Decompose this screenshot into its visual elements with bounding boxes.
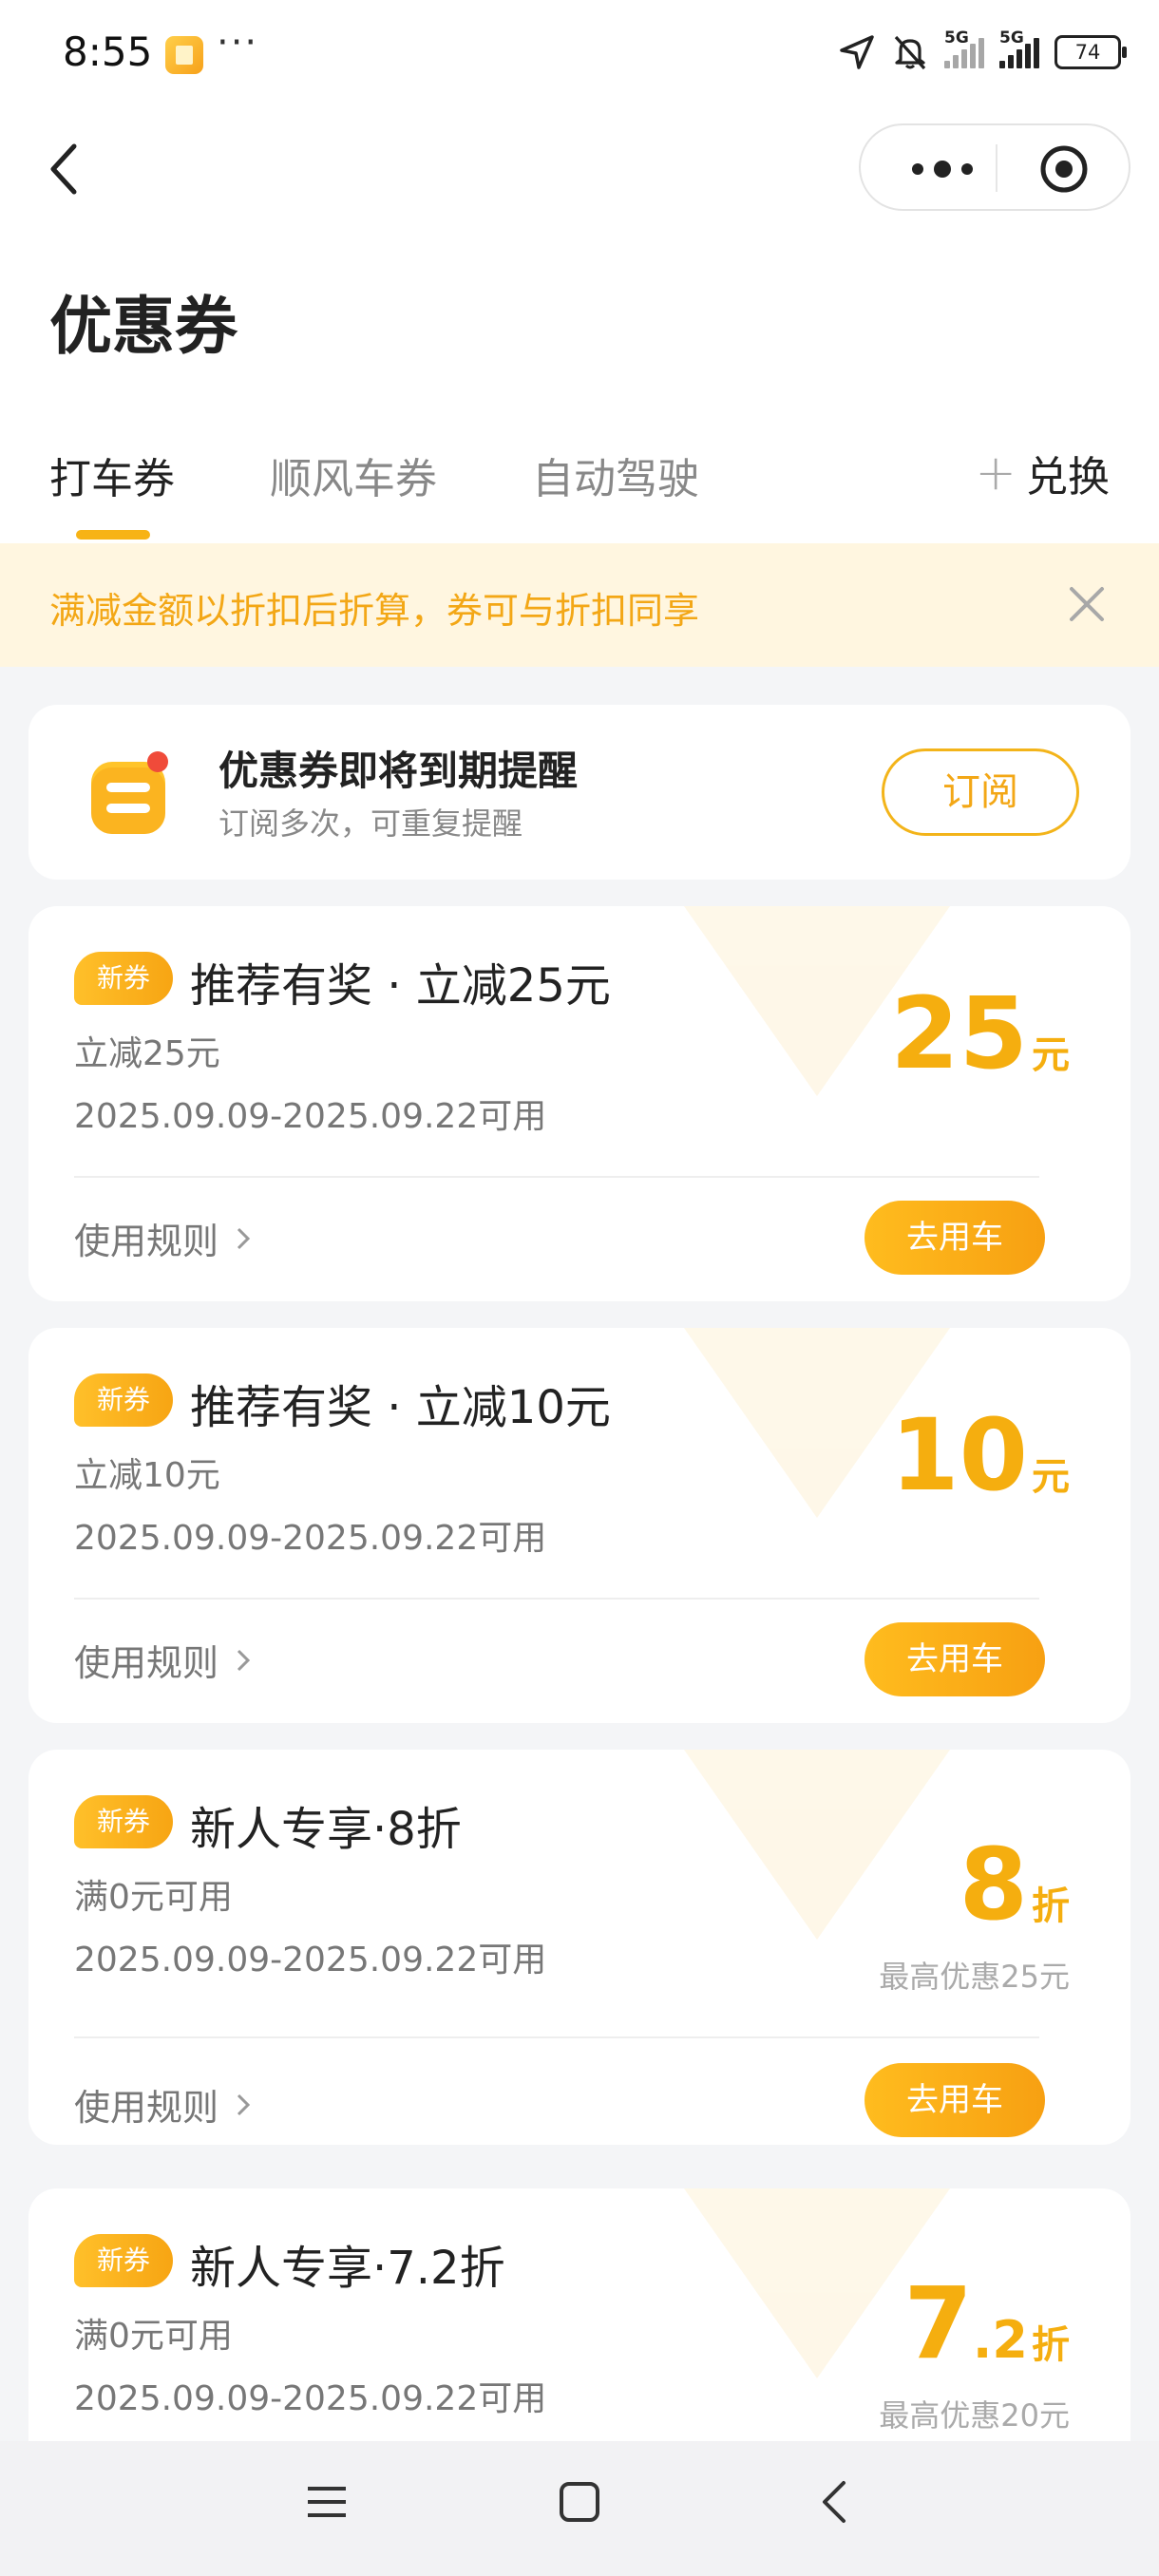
tab-taxi[interactable]: 打车券 — [49, 445, 175, 505]
system-nav-bar — [0, 2441, 1159, 2576]
status-time: 8:55 — [63, 28, 153, 75]
close-icon[interactable] — [1060, 578, 1113, 631]
usage-rules-label: 使用规则 — [74, 1221, 219, 1262]
coupon-validity: 2025.09.09-2025.09.22可用 — [74, 2379, 547, 2418]
coupon-value: 10 元 — [890, 1406, 1070, 1505]
tab-indicator — [76, 530, 150, 540]
max-discount: 最高优惠25元 — [879, 1959, 1070, 1995]
coupon-condition: 立减10元 — [74, 1456, 220, 1495]
status-more-indicator: ··· — [217, 21, 259, 65]
coupon-value-number: 25 — [890, 975, 1028, 1091]
more-dots-icon[interactable] — [897, 152, 1011, 186]
new-coupon-badge: 新券 — [74, 1373, 173, 1427]
coupon-value: 25 元 — [890, 984, 1070, 1083]
coupon-condition: 满0元可用 — [74, 1878, 233, 1917]
coupon-value-unit: 折 — [1032, 2323, 1070, 2367]
reminder-title: 优惠券即将到期提醒 — [218, 748, 579, 794]
status-bar: 8:55 ··· 5G 5G 74 — [0, 0, 1159, 104]
coupon-title: 新人专享·7.2折 — [190, 2242, 505, 2295]
usage-rules-link[interactable]: 使用规则 — [74, 1634, 253, 1686]
coupon-card: 新券 推荐有奖 · 立减25元 立减25元 2025.09.09-2025.09… — [28, 906, 1130, 1301]
coupon-value-decimal: .2 — [972, 2310, 1028, 2370]
signal-label: 5G — [944, 28, 969, 47]
menu-icon[interactable] — [306, 2481, 348, 2523]
signal-5g-icon: 5G — [944, 28, 984, 68]
reminder-subtitle: 订阅多次，可重复提醒 — [218, 805, 523, 842]
coupon-condition: 满0元可用 — [74, 2317, 233, 2356]
coupon-value-unit: 元 — [1032, 1455, 1070, 1499]
new-coupon-badge: 新券 — [74, 1795, 173, 1848]
new-coupon-badge: 新券 — [74, 2234, 173, 2287]
coupon-card: 新券 新人专享·7.2折 满0元可用 2025.09.09-2025.09.22… — [28, 2188, 1130, 2473]
coupon-title: 新人专享·8折 — [190, 1803, 462, 1856]
status-icons: 5G 5G 74 — [838, 28, 1127, 76]
coupon-value-unit: 折 — [1032, 1885, 1070, 1928]
miniapp-capsule — [859, 123, 1130, 211]
bell-muted-icon — [894, 35, 926, 70]
notice-bar: 满减金额以折扣后折算，券可与折扣同享 — [0, 543, 1159, 667]
signal-5g-icon: 5G — [999, 28, 1039, 68]
use-coupon-button[interactable]: 去用车 — [864, 1201, 1045, 1275]
coupon-value-number: 7 — [903, 2265, 973, 2381]
usage-rules-label: 使用规则 — [74, 1642, 219, 1684]
divider — [74, 1176, 1039, 1178]
target-icon[interactable] — [1039, 144, 1089, 194]
expiry-reminder-card: 优惠券即将到期提醒 订阅多次，可重复提醒 订阅 — [28, 705, 1130, 880]
notice-text: 满减金额以折扣后折算，券可与折扣同享 — [49, 590, 700, 632]
coupon-validity: 2025.09.09-2025.09.22可用 — [74, 1519, 547, 1558]
tab-autonomous[interactable]: 自动驾驶 — [532, 445, 699, 505]
coupon-title: 推荐有奖 · 立减10元 — [190, 1381, 611, 1434]
capsule-divider — [996, 144, 998, 192]
redeem-label: 兑换 — [1026, 453, 1110, 502]
new-coupon-badge: 新券 — [74, 952, 173, 1005]
subscribe-button[interactable]: 订阅 — [882, 748, 1079, 836]
coupon-validity: 2025.09.09-2025.09.22可用 — [74, 1941, 547, 1979]
use-coupon-button[interactable]: 去用车 — [864, 1622, 1045, 1696]
signal-label: 5G — [999, 28, 1024, 47]
chevron-right-icon — [237, 1227, 251, 1249]
notification-app-icon — [165, 36, 203, 74]
coupon-condition: 立减25元 — [74, 1034, 220, 1073]
max-discount: 最高优惠20元 — [879, 2397, 1070, 2434]
tab-carpool[interactable]: 顺风车券 — [270, 445, 437, 505]
battery-icon: 74 — [1054, 35, 1127, 69]
usage-rules-link[interactable]: 使用规则 — [74, 1212, 253, 1264]
usage-rules-label: 使用规则 — [74, 2087, 219, 2129]
divider — [74, 1598, 1039, 1600]
home-square-icon[interactable] — [557, 2479, 602, 2525]
chevron-right-icon — [237, 1649, 251, 1671]
coupon-card: 新券 推荐有奖 · 立减10元 立减10元 2025.09.09-2025.09… — [28, 1328, 1130, 1723]
chevron-left-icon[interactable] — [42, 131, 99, 207]
coupon-value-number: 10 — [890, 1397, 1028, 1513]
coupon-title: 推荐有奖 · 立减25元 — [190, 959, 611, 1013]
back-triangle-icon[interactable] — [815, 2477, 853, 2527]
coupon-value-unit: 元 — [1032, 1033, 1070, 1077]
coupon-validity: 2025.09.09-2025.09.22可用 — [74, 1097, 547, 1136]
location-icon — [840, 35, 874, 69]
coupon-value: 7 .2 折 — [904, 2274, 1070, 2373]
divider — [74, 2036, 1039, 2038]
page-title: 优惠券 — [49, 290, 238, 363]
coupon-value-number: 8 — [959, 1827, 1028, 1942]
plus-icon: + — [975, 445, 1016, 502]
coupon-card: 新券 新人专享·8折 满0元可用 2025.09.09-2025.09.22可用… — [28, 1750, 1130, 2145]
chevron-right-icon — [237, 2093, 251, 2115]
redeem-button[interactable]: + 兑换 — [975, 443, 1110, 503]
usage-rules-link[interactable]: 使用规则 — [74, 2078, 253, 2131]
coupon-bell-icon — [91, 751, 168, 834]
coupon-value: 8 折 — [960, 1835, 1070, 1934]
use-coupon-button[interactable]: 去用车 — [864, 2063, 1045, 2137]
